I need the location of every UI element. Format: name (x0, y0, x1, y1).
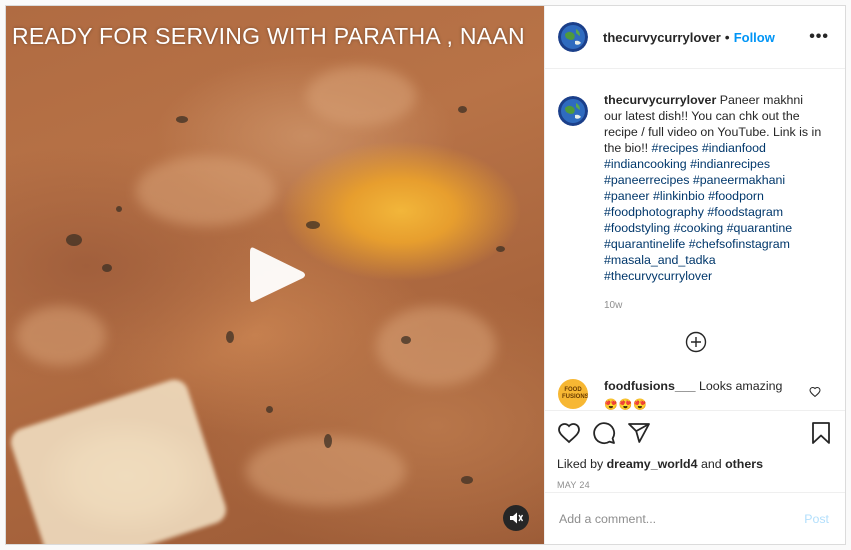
hashtag-link[interactable]: #indianrecipes (690, 157, 770, 171)
avatar[interactable] (558, 96, 588, 126)
hashtag-link[interactable]: #masala_and_tadka (604, 253, 716, 267)
post-sidebar: thecurvycurrylover • Follow ••• thecurvy… (544, 6, 845, 544)
play-icon[interactable] (246, 242, 308, 308)
post-header: thecurvycurrylover • Follow ••• (545, 6, 845, 69)
hashtag-link[interactable]: #paneer (604, 189, 649, 203)
hashtag-link[interactable]: #foodstagram (707, 205, 783, 219)
heart-icon[interactable] (809, 385, 821, 401)
share-icon[interactable] (627, 421, 651, 445)
post-date[interactable]: MAY 24 (557, 480, 833, 490)
hashtag-link[interactable]: #cooking (674, 221, 724, 235)
hashtag-link[interactable]: #foodphotography (604, 205, 704, 219)
comment-icon[interactable] (592, 421, 616, 445)
post-dialog: READY FOR SERVING WITH PARATHA , NAAN th… (5, 5, 846, 545)
hashtag-link[interactable]: #chefsofinstagram (689, 237, 790, 251)
video-overlay-text: READY FOR SERVING WITH PARATHA , NAAN (12, 23, 525, 49)
heart-icon[interactable] (557, 421, 581, 445)
post-button[interactable]: Post (804, 512, 829, 526)
hashtag-link[interactable]: #indianfood (702, 141, 766, 155)
hashtag-link[interactable]: #foodstyling (604, 221, 670, 235)
comment-emojis: 😍😍😍 (604, 399, 649, 410)
comment-username[interactable]: foodfusions___ (604, 379, 696, 393)
likes-prefix: Liked by (557, 457, 604, 471)
hashtag-link[interactable]: #recipes (652, 141, 699, 155)
comment-item: FOOD FUSIONS foodfusions___ Looks amazin… (558, 379, 833, 410)
likes-and: and (700, 457, 722, 471)
comments-list[interactable]: thecurvycurrylover Paneer makhni our lat… (545, 70, 845, 410)
hashtag-link[interactable]: #indiancooking (604, 157, 687, 171)
hashtag-link[interactable]: #quarantine (727, 221, 792, 235)
liked-by-user[interactable]: dreamy_world4 (607, 457, 698, 471)
comment-text: foodfusions___ Looks amazing (604, 379, 782, 393)
post-time-ago: 10w (604, 300, 623, 311)
hashtag-link[interactable]: #quarantinelife (604, 237, 685, 251)
avatar[interactable]: FOOD FUSIONS (558, 379, 588, 409)
bookmark-icon[interactable] (809, 421, 833, 445)
post-actions: Liked by dreamy_world4 and others MAY 24 (545, 410, 845, 490)
caption-text: thecurvycurrylover Paneer makhni our lat… (604, 92, 824, 284)
hashtag-link[interactable]: #thecurvycurrylover (604, 269, 712, 283)
plus-circle-icon[interactable] (558, 331, 833, 353)
header-username[interactable]: thecurvycurrylover (603, 30, 721, 45)
dot-separator: • (724, 29, 730, 45)
avatar[interactable] (558, 22, 588, 52)
hashtag-link[interactable]: #paneerrecipes (604, 173, 689, 187)
hashtag-link[interactable]: #paneermakhani (693, 173, 785, 187)
post-caption: thecurvycurrylover Paneer makhni our lat… (558, 92, 833, 284)
hashtag-link[interactable]: #linkinbio (653, 189, 705, 203)
caption-username[interactable]: thecurvycurrylover (604, 93, 716, 107)
post-video[interactable]: READY FOR SERVING WITH PARATHA , NAAN (6, 6, 544, 544)
add-comment-bar: Post (545, 492, 845, 544)
avatar-label: FOOD FUSIONS (562, 387, 588, 400)
hashtag-list: #recipes #indianfood #indiancooking #ind… (604, 141, 792, 283)
comment-input[interactable] (559, 511, 805, 526)
more-options-icon[interactable]: ••• (809, 28, 829, 46)
hashtag-link[interactable]: #foodporn (708, 189, 764, 203)
comment-body: Looks amazing (699, 379, 783, 393)
mute-icon[interactable] (503, 505, 529, 531)
liked-by-others[interactable]: others (725, 457, 763, 471)
paneer-cube (7, 376, 230, 544)
follow-button[interactable]: Follow (734, 30, 775, 45)
likes-summary: Liked by dreamy_world4 and others (557, 457, 833, 471)
